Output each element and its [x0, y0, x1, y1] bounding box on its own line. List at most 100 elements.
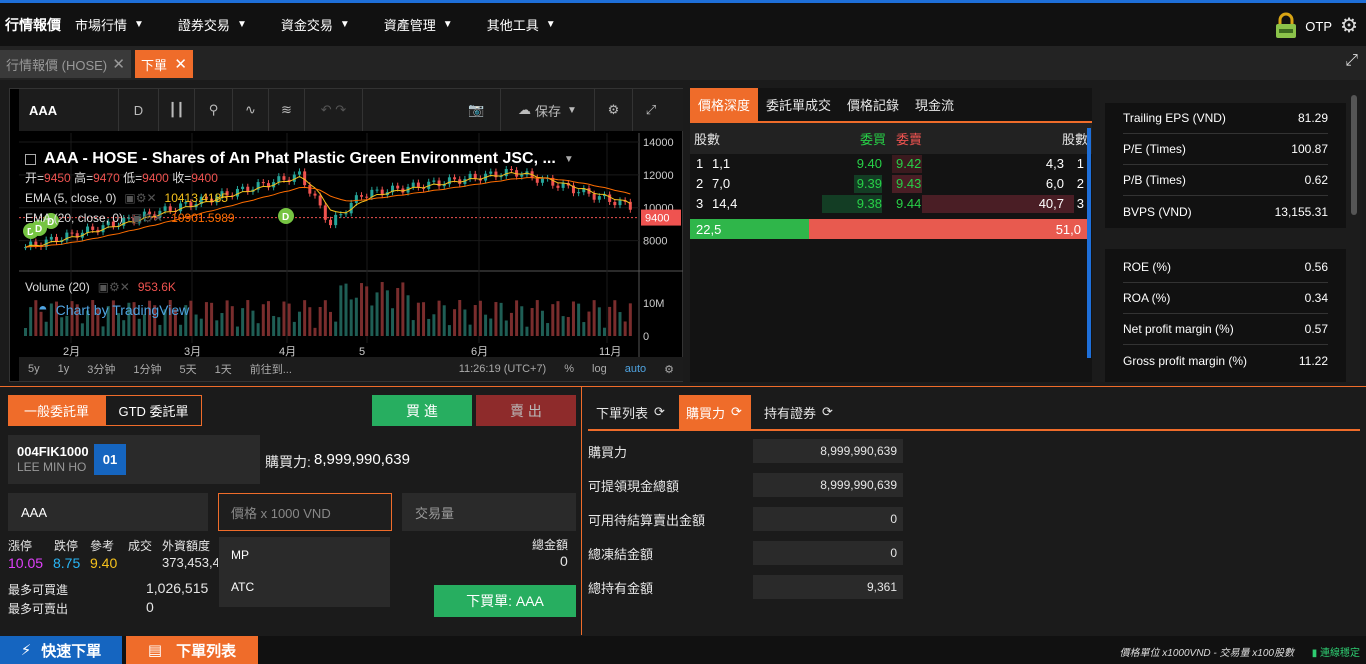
account-selector[interactable]: 004FIK1000 LEE MIN HO 01 — [8, 435, 260, 484]
compare-icon[interactable]: ≋ — [269, 89, 305, 131]
percent-toggle[interactable]: % — [555, 363, 583, 375]
tab-gtd-order[interactable]: GTD 委託單 — [105, 395, 202, 426]
volume-bar — [261, 304, 265, 336]
price-input[interactable]: 價格 x 1000 VND — [218, 493, 392, 531]
range-1y[interactable]: 1y — [49, 363, 79, 375]
log-toggle[interactable]: log — [583, 363, 616, 375]
settings-gear-icon[interactable]: ⚙ — [1340, 13, 1358, 38]
chevron-down-icon: ▼ — [134, 19, 144, 30]
tab-price-depth[interactable]: 價格深度 — [690, 88, 759, 121]
buying-power-value: 8,999,990,639 — [314, 451, 410, 468]
range-1d[interactable]: 1天 — [206, 361, 241, 377]
tab-price-history[interactable]: 價格記錄 — [839, 88, 907, 121]
goto-date[interactable]: 前往到... — [241, 361, 301, 377]
range-5y[interactable]: 5y — [19, 363, 49, 375]
collapse-icon[interactable] — [25, 153, 36, 165]
volume-bar — [463, 309, 467, 336]
volume-bar — [101, 326, 105, 336]
option-mp[interactable]: MP — [231, 548, 249, 562]
symbol-input[interactable]: AAA — [8, 493, 208, 531]
max-buy-value: 1,026,515 — [146, 580, 209, 596]
close-icon[interactable]: ✕ — [174, 55, 187, 73]
depth-level: 1 — [696, 156, 704, 171]
option-atc[interactable]: ATC — [231, 580, 254, 594]
chevron-down-icon[interactable]: ▼ — [564, 154, 574, 165]
refresh-icon[interactable]: ⟳ — [822, 404, 833, 420]
refresh-icon[interactable]: ⟳ — [654, 404, 665, 420]
volume-bar — [230, 306, 234, 336]
tab-order[interactable]: 下單 ✕ — [135, 50, 193, 78]
range-5d[interactable]: 5天 — [171, 361, 206, 377]
connection-status: ▮ 連線穩定 — [1311, 648, 1360, 659]
candle — [453, 177, 457, 180]
financial-ratios-panel: Trailing EPS (VND) 81.29 P/E (Times) 100.87… — [1100, 90, 1362, 382]
ask-quantity: 4,3 — [1045, 156, 1064, 171]
tab-matched-orders[interactable]: 委託單成交 — [758, 88, 839, 121]
volume-bar — [509, 312, 513, 336]
auto-toggle[interactable]: auto — [616, 363, 655, 375]
candle — [261, 182, 265, 184]
volume-bar — [246, 300, 250, 336]
volume-bar — [204, 302, 208, 336]
buy-button[interactable]: 買 進 — [372, 395, 472, 426]
close-icon[interactable]: ✕ — [112, 55, 125, 73]
menu-other-tools[interactable]: 其他工具 ▼ — [487, 15, 556, 34]
volume-tick-label: 0 — [643, 331, 649, 343]
menu-asset-management[interactable]: 資產管理 ▼ — [384, 15, 453, 34]
candle — [360, 195, 364, 197]
otp-button[interactable]: OTP — [1273, 12, 1332, 40]
menu-fund-trading[interactable]: 資金交易 ▼ — [281, 15, 350, 34]
row-label: 購買力 — [588, 444, 628, 460]
submit-buy-order-button[interactable]: 下買單: AAA — [434, 585, 576, 617]
scrollbar[interactable] — [1351, 95, 1357, 215]
fullscreen-icon[interactable]: ⤢ — [633, 89, 669, 131]
tab-buying-power[interactable]: 購買力 ⟳ — [679, 395, 751, 429]
volume-bar — [334, 321, 338, 336]
volume-bar — [577, 303, 581, 336]
sub-account-badge[interactable]: 01 — [94, 444, 126, 475]
interval-button[interactable]: D — [119, 89, 159, 131]
ema20-legend: EMA (20, close, 0) ▣⚙✕ 10901.5989 — [25, 211, 235, 225]
range-3min[interactable]: 3分钟 — [78, 361, 124, 377]
save-button[interactable]: ☁ 保存 ▼ — [501, 89, 595, 131]
candle — [561, 183, 565, 188]
tab-cash-flow[interactable]: 現金流 — [907, 88, 962, 121]
price-chart[interactable]: AAA D ┃┃ ⚲ ∿ ≋ ↶ ↷ 📷 ☁ 保存 ▼ ⚙ ⤢ 14000 12000… — [9, 88, 683, 382]
refresh-icon[interactable]: ⟳ — [731, 404, 742, 420]
chart-clock: 11:26:19 (UTC+7) — [458, 363, 547, 375]
order-list-button[interactable]: ▤ 下單列表 — [126, 636, 258, 664]
ratio-name: ROE (%) — [1123, 260, 1171, 274]
chart-settings-icon[interactable]: ⚙ — [655, 363, 683, 376]
foreign-room-value: 373,453,4 — [162, 555, 218, 570]
tab-holdings[interactable]: 持有證券 ⟳ — [756, 395, 846, 429]
volume-bar — [592, 300, 596, 336]
chart-settings-icon[interactable]: ⚙ — [595, 89, 633, 131]
quantity-input[interactable]: 交易量 — [402, 493, 576, 531]
chart-legend-title: AAA - HOSE - Shares of An Phat Plastic G… — [25, 150, 574, 168]
quick-order-button[interactable]: ⚡ 快速下單 — [0, 636, 122, 664]
ratio-row: P/B (Times) 0.62 — [1123, 165, 1328, 196]
depth-rows: 1 1,1 9.40 9.42 4,3 1 2 7,0 9.39 9.43 6,0 2 3 14,4 9.3… — [690, 154, 1092, 214]
volume-bar — [551, 304, 555, 336]
tab-quotes-hose[interactable]: 行情報價 (HOSE) ✕ — [0, 50, 131, 78]
tab-normal-order[interactable]: 一般委託單 — [8, 395, 105, 426]
volume-bar — [453, 309, 457, 336]
camera-icon[interactable]: 📷 — [453, 89, 501, 131]
volume-bar — [406, 295, 410, 336]
scrollbar[interactable] — [1087, 128, 1091, 358]
row-label: 總持有金額 — [588, 580, 654, 596]
line-tool-icon[interactable]: ∿ — [233, 89, 269, 131]
volume-bar — [597, 307, 601, 336]
undo-redo-icon[interactable]: ↶ ↷ — [305, 89, 363, 131]
menu-market[interactable]: 市場行情 ▼ — [75, 15, 144, 34]
indicator-icon[interactable]: ⚲ — [195, 89, 233, 131]
expand-icon[interactable]: ⤢ — [1345, 52, 1358, 70]
volume-bar — [179, 324, 183, 336]
candle-style-icon[interactable]: ┃┃ — [159, 89, 195, 131]
menu-securities-trading[interactable]: 證券交易 ▼ — [178, 15, 247, 34]
sell-button[interactable]: 賣 出 — [476, 395, 576, 426]
tab-order-list[interactable]: 下單列表 ⟳ — [588, 395, 678, 429]
range-1min[interactable]: 1分钟 — [124, 361, 170, 377]
volume-bar — [194, 314, 198, 336]
symbol-search-input[interactable]: AAA — [19, 89, 119, 131]
